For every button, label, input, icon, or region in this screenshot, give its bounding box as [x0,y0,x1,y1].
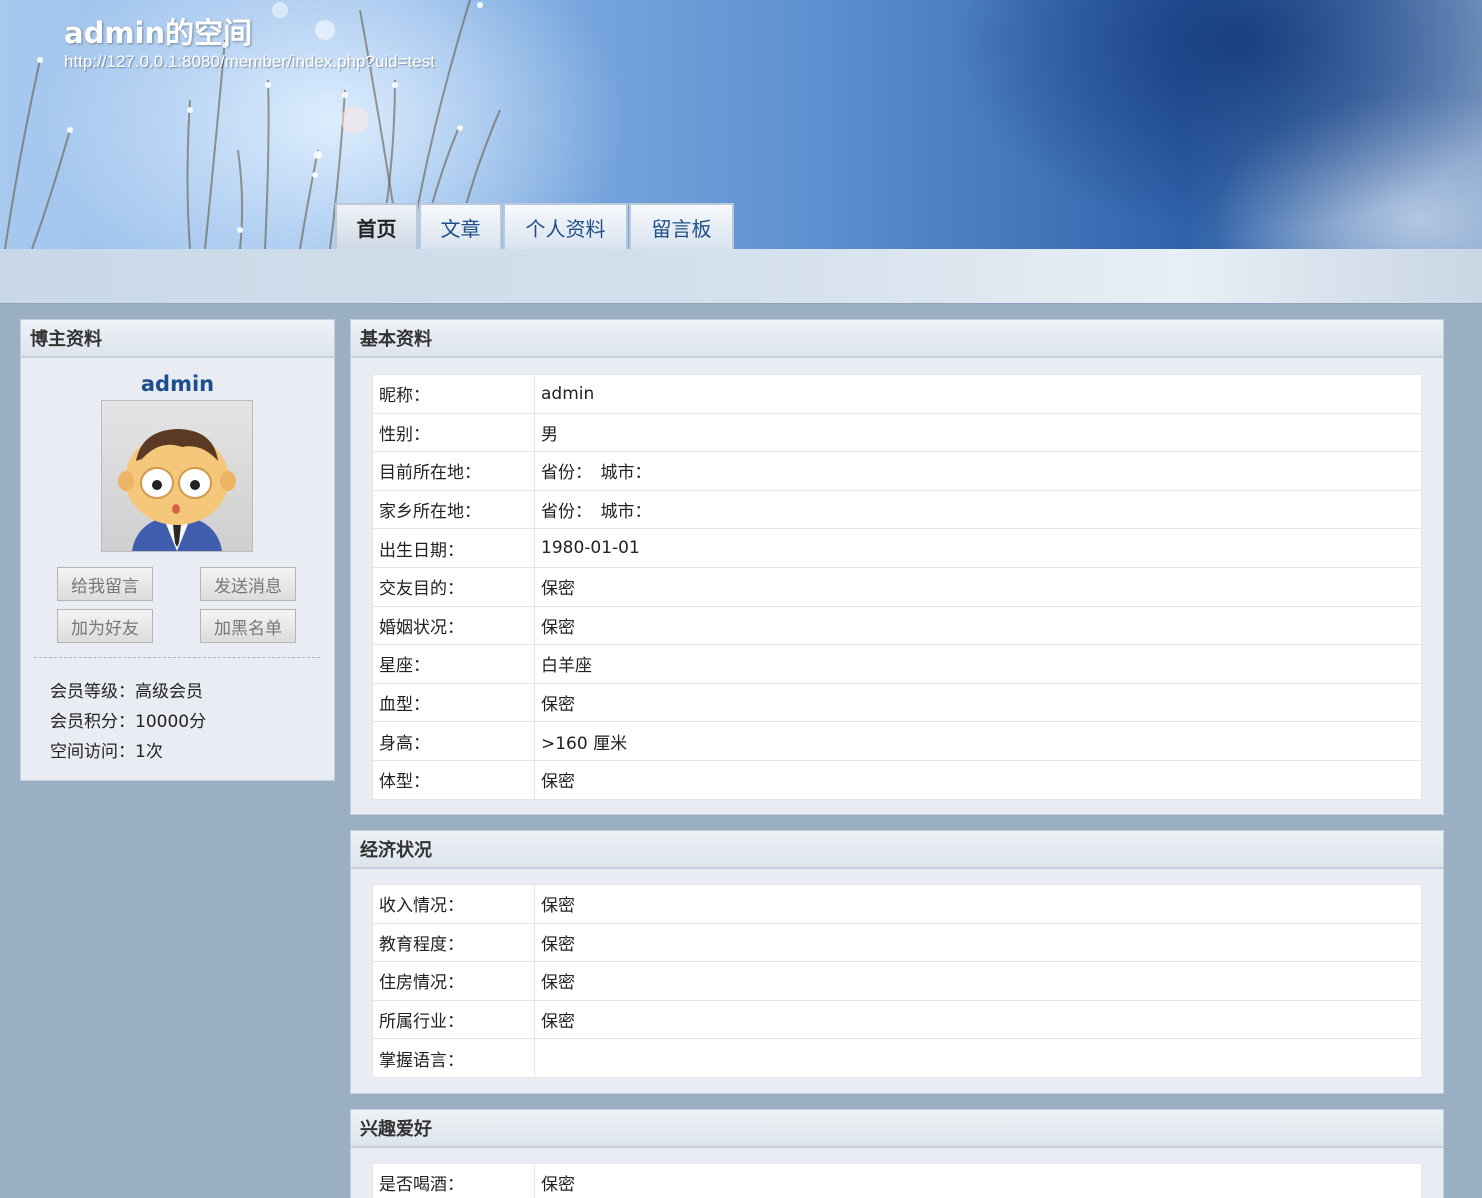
table-row: 交友目的： 保密 [372,566,1422,607]
table-row: 家乡所在地： 省份： 城市： [372,489,1422,530]
field-label: 教育程度： [372,922,535,963]
owner-panel: 博主资料 admin 给我留言 发送消息 加为好友 加黑名单 会员等级：高级会员… [20,319,335,781]
member-level: 会员等级：高级会员 [50,682,203,702]
space-visits: 空间访问：1次 [50,742,163,762]
field-label: 体型： [372,759,535,800]
field-label: 目前所在地： [372,451,535,491]
member-points: 会员积分：10000分 [50,712,207,732]
field-value: 白羊座 [534,644,1422,684]
field-value: 保密 [534,961,1422,1001]
add-friend-button[interactable]: 加为好友 [57,609,153,643]
field-value: 省份： 城市： [534,489,1422,530]
field-value: 男 [534,412,1422,453]
field-label: 家乡所在地： [372,489,535,530]
leave-message-button[interactable]: 给我留言 [57,567,153,601]
owner-username[interactable]: admin [21,372,334,396]
table-row: 教育程度： 保密 [372,922,1422,963]
field-label: 住房情况： [372,961,535,1001]
tab-guestbook[interactable]: 留言板 [629,203,734,249]
table-row: 婚姻状况： 保密 [372,605,1422,646]
field-value: 保密 [534,682,1422,723]
field-value: admin [534,374,1422,414]
hobbies-table: 是否喝酒： 保密 [372,1163,1422,1198]
field-value: 保密 [534,1163,1422,1198]
field-value: 保密 [534,884,1422,924]
hobbies-title: 兴趣爱好 [351,1110,1443,1148]
basic-info-panel: 基本资料 昵称： admin 性别：男 目前所在地： 省份： 城市： 家乡所在地：省… [350,319,1444,815]
tab-home[interactable]: 首页 [335,203,418,249]
table-row: 血型： 保密 [372,682,1422,723]
cartoon-man-avatar-icon [118,429,236,551]
basic-info-title: 基本资料 [351,320,1443,358]
field-label: 身高： [372,721,535,761]
economy-table: 收入情况： 保密 教育程度： 保密 住房情况： 保密 所属行业： 保密 掌握语言： [372,884,1422,1078]
table-row: 星座： 白羊座 [372,644,1422,684]
field-value: 省份： 城市： [534,451,1422,491]
field-label: 所属行业： [372,999,535,1040]
site-title: admin的空间 [64,16,253,50]
table-row: 收入情况： 保密 [372,884,1422,924]
field-value: 保密 [534,605,1422,646]
field-label: 出生日期： [372,528,535,568]
field-value: 保密 [534,999,1422,1040]
table-row: 性别：男 [372,412,1422,453]
economy-panel: 经济状况 收入情况： 保密 教育程度： 保密 住房情况： 保密 所属行业： 保密 掌握语… [350,830,1444,1094]
header-banner: admin的空间 http://127.0.0.1:8080/member/in… [0,0,1482,249]
table-row: 身高： >160 厘米 [372,721,1422,761]
table-row: 掌握语言： [372,1038,1422,1078]
table-row: 住房情况： 保密 [372,961,1422,1001]
send-message-button[interactable]: 发送消息 [200,567,296,601]
field-value: 保密 [534,922,1422,963]
field-label: 血型： [372,682,535,723]
table-row: 是否喝酒： 保密 [372,1163,1422,1198]
field-label: 昵称： [372,374,535,414]
table-row: 所属行业： 保密 [372,999,1422,1040]
field-value [534,1038,1422,1078]
field-label: 是否喝酒： [372,1163,535,1198]
field-label: 收入情况： [372,884,535,924]
table-row: 目前所在地： 省份： 城市： [372,451,1422,491]
table-row: 昵称： admin [372,374,1422,414]
site-url[interactable]: http://127.0.0.1:8080/member/index.php?u… [64,52,435,72]
table-row: 出生日期： 1980-01-01 [372,528,1422,568]
owner-panel-title: 博主资料 [21,320,334,358]
field-label: 婚姻状况： [372,605,535,646]
economy-title: 经济状况 [351,831,1443,869]
table-row: 体型： 保密 [372,759,1422,800]
field-label: 交友目的： [372,566,535,607]
field-value: 1980-01-01 [534,528,1422,568]
blacklist-button[interactable]: 加黑名单 [200,609,296,643]
field-value: >160 厘米 [534,721,1422,761]
sidebar-divider [34,657,320,658]
field-label: 掌握语言： [372,1038,535,1078]
tab-articles[interactable]: 文章 [419,203,502,249]
field-label: 星座： [372,644,535,684]
field-label: 性别： [372,412,535,453]
field-value: 保密 [534,759,1422,800]
header-subbar [0,249,1482,304]
hobbies-panel: 兴趣爱好 是否喝酒： 保密 [350,1109,1444,1198]
basic-info-table: 昵称： admin 性别：男 目前所在地： 省份： 城市： 家乡所在地： 省份： 城市… [372,374,1422,800]
field-value: 保密 [534,566,1422,607]
avatar[interactable] [101,400,253,552]
tab-profile[interactable]: 个人资料 [503,203,628,249]
